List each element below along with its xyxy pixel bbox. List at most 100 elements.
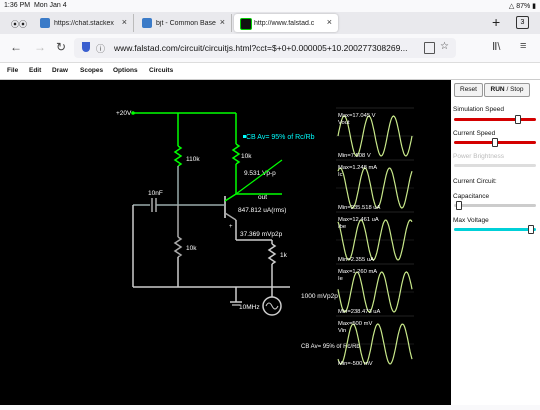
new-tab-icon[interactable]: + (492, 14, 500, 30)
tab-falstad[interactable]: http://www.falstad.c × (234, 14, 338, 32)
simulation-speed-slider[interactable] (454, 115, 536, 124)
scope-name-label: Ic (338, 172, 343, 178)
close-tab-icon[interactable]: × (327, 17, 332, 27)
source-label: 10MHz (239, 304, 260, 311)
scope-name-label: Vin (338, 328, 346, 334)
library-icon[interactable]: Ⅱ\ (492, 40, 500, 53)
resistor-emitter-1k[interactable] (267, 243, 277, 265)
supply-label: +20V (116, 110, 132, 117)
reload-icon[interactable]: ↻ (56, 40, 66, 54)
bottom-label[interactable]: CB Av= 95% of Rc/Rb (301, 344, 360, 350)
scope-name-label: Ie (338, 276, 343, 282)
circuit-canvas[interactable]: +20V 110k 10k 9.531 Vp-p CB Av= 95% of R… (0, 80, 451, 405)
tab-count-button[interactable]: 3 (516, 16, 529, 29)
tab-bar: ⦿⦿ https://chat.stackex × bjt - Common B… (0, 12, 540, 34)
tab-bjt-common-base[interactable]: bjt - Common Base × (136, 14, 232, 32)
stackexchange-icon (142, 18, 152, 28)
transistor-emitter[interactable] (224, 212, 237, 221)
run-stop-button[interactable]: RUN / Stop (484, 83, 530, 97)
capacitance-thumb[interactable] (456, 201, 462, 210)
forward-icon[interactable]: → (34, 40, 46, 54)
reset-button[interactable]: Reset (454, 83, 483, 97)
r-collector-label: 10k (241, 153, 252, 160)
max-voltage-thumb[interactable] (528, 225, 534, 234)
status-battery: △ 87% ▮ (508, 3, 536, 10)
current-speed-label: Current Speed (453, 130, 496, 137)
stop-label: / Stop (506, 86, 524, 93)
title-label[interactable]: CB Av= 95% of Rc/Rb (246, 134, 315, 141)
capacitance-slider[interactable] (454, 201, 536, 210)
scope-max-label: Max=1.248 mA (338, 165, 377, 171)
menu-circuits[interactable]: Circuits (149, 67, 173, 74)
url-text[interactable]: www.falstad.com/circuit/circuitjs.html?c… (114, 43, 414, 53)
bookmark-star-icon[interactable]: ☆ (440, 41, 449, 52)
plus-mark: + (229, 224, 233, 230)
tab-label: https://chat.stackex (54, 19, 114, 27)
reader-view-icon[interactable] (424, 42, 435, 54)
out-label: out (258, 194, 267, 201)
simulation-speed-thumb[interactable] (515, 115, 521, 124)
menu-edit[interactable]: Edit (29, 67, 41, 74)
emitter-vpp-label: 37.369 mVp2p (240, 231, 283, 238)
r-emitter-label: 1k (280, 252, 288, 259)
resistor-collector-10k[interactable] (231, 143, 241, 165)
close-tab-icon[interactable]: × (220, 17, 225, 27)
output-wire[interactable] (235, 159, 283, 195)
url-bar[interactable]: ⓘ www.falstad.com/circuit/circuitjs.html… (74, 38, 456, 58)
nav-bar: ← → ↻ ⓘ www.falstad.com/circuit/circuitj… (0, 34, 540, 63)
power-brightness-slider (454, 164, 536, 167)
tab-private[interactable]: ⦿⦿ (2, 14, 32, 32)
current-label: 847.812 uA(rms) (238, 207, 286, 214)
falstad-icon (240, 18, 252, 30)
current-speed-thumb[interactable] (492, 138, 498, 147)
back-icon[interactable]: ← (10, 40, 22, 54)
menu-icon[interactable]: ≡ (520, 40, 526, 52)
scope-panel[interactable]: Max=17.045 VVoutMin=7.508 VMax=1.248 mAI… (336, 107, 414, 367)
current-speed-slider[interactable] (454, 138, 536, 147)
scope-name-label: Vout (338, 120, 350, 126)
scope-max-label: Max=500 mV (338, 321, 372, 327)
scope-name-label: Ibe (338, 224, 346, 230)
supply-node (131, 111, 135, 115)
resistor-110k[interactable] (173, 145, 183, 167)
tab-label: http://www.falstad.c (254, 19, 315, 27)
current-circuit-label: Current Circuit: (453, 178, 497, 185)
scope-max-label: Max=17.045 V (338, 113, 376, 119)
menu-file[interactable]: File (7, 67, 18, 74)
resistor-bottom-10k[interactable] (173, 236, 183, 258)
tab-stackexchange-chat[interactable]: https://chat.stackex × (34, 14, 134, 32)
scope-min-label: Min=238.473 uA (338, 309, 381, 315)
r-top-label: 110k (186, 156, 200, 163)
run-label: RUN (490, 86, 505, 93)
status-time: 1:36 PM Mon Jan 4 (4, 2, 67, 9)
menu-options[interactable]: Options (113, 67, 138, 74)
max-voltage-label: Max Voltage (453, 217, 489, 224)
scope-min-label: Min=7.508 V (338, 153, 371, 159)
scope-min-label: Min=-500 mV (338, 361, 373, 367)
shield-icon[interactable] (82, 42, 90, 52)
power-brightness-label: Power Brightness (453, 153, 504, 160)
transistor-collector[interactable] (224, 193, 237, 202)
scope-max-label: Max=12.461 uA (338, 217, 379, 223)
circuit-drawing[interactable]: +20V 110k 10k 9.531 Vp-p CB Av= 95% of R… (0, 80, 451, 405)
menu-scopes[interactable]: Scopes (80, 67, 103, 74)
info-icon[interactable]: ⓘ (96, 42, 105, 55)
scope-min-label: Min=2.355 uA (338, 257, 374, 263)
simulation-speed-label: Simulation Speed (453, 106, 504, 113)
max-voltage-slider[interactable] (454, 225, 536, 234)
sine-symbol (265, 302, 279, 310)
capacitance-label: Capacitance (453, 193, 490, 200)
app-menu-bar: File Edit Draw Scopes Options Circuits (0, 63, 540, 80)
mask-icon: ⦿⦿ (11, 20, 27, 29)
source-vpp-label: 1000 mVp2p (301, 293, 338, 300)
stackexchange-icon (40, 18, 50, 28)
scope-max-label: Max=1.260 mA (338, 269, 377, 275)
menu-draw[interactable]: Draw (52, 67, 68, 74)
status-bar: 1:36 PM Mon Jan 4 △ 87% ▮ (0, 0, 540, 12)
cap-label: 10nF (148, 190, 163, 197)
r-bottom-label: 10k (186, 245, 197, 252)
close-tab-icon[interactable]: × (122, 17, 127, 27)
tab-label: bjt - Common Base (156, 19, 216, 27)
control-panel: Reset RUN / Stop Simulation Speed Curren… (451, 80, 540, 405)
scope-min-label: Min=235.518 uA (338, 205, 381, 211)
